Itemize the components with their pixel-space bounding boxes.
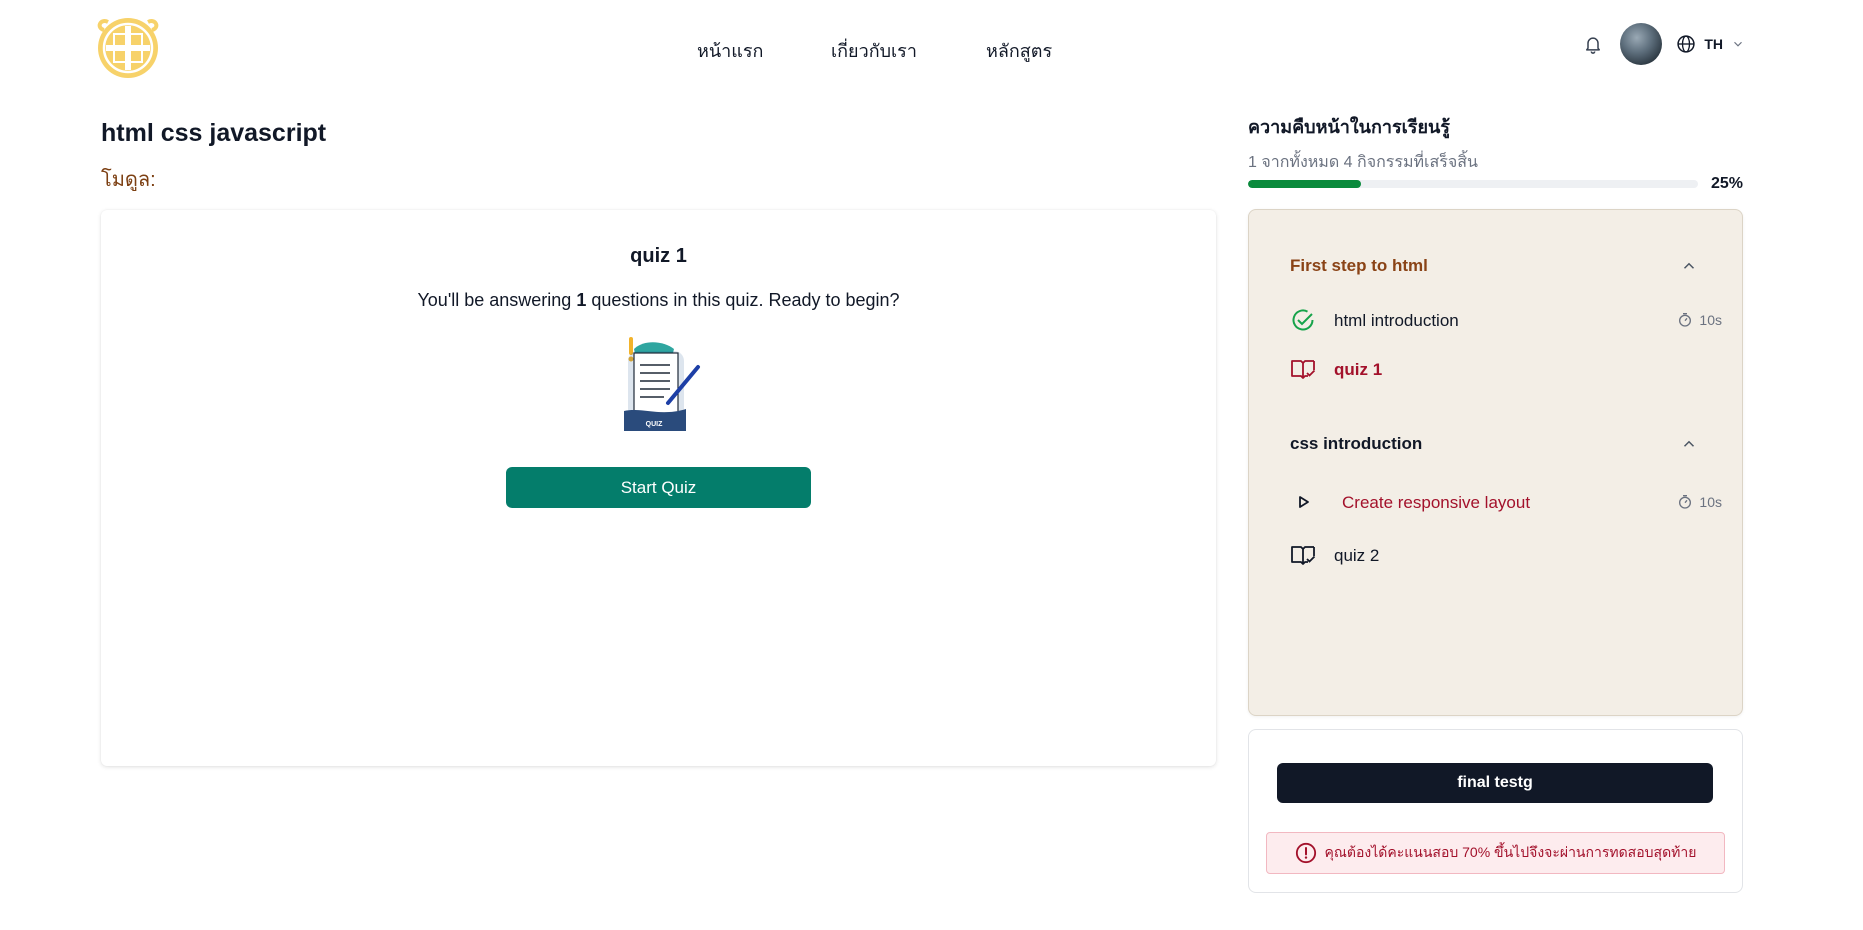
nav-courses[interactable]: หลักสูตร xyxy=(986,36,1052,65)
lesson-duration: 10s xyxy=(1677,494,1722,510)
final-test-button[interactable]: final testg xyxy=(1277,763,1713,803)
section-title-first-step[interactable]: First step to html xyxy=(1290,256,1428,276)
check-circle-icon xyxy=(1292,309,1314,331)
open-book-check-icon xyxy=(1291,546,1316,565)
timer-icon xyxy=(1679,313,1692,327)
bell-icon xyxy=(1586,37,1601,54)
progress-summary: 1 จากทั้งหมด 4 กิจกรรมที่เสร็จสิ้น xyxy=(1248,154,1478,171)
progress-bar xyxy=(1248,180,1698,188)
nav-about[interactable]: เกี่ยวกับเรา xyxy=(831,36,917,65)
lesson-item-create-responsive-layout[interactable]: Create responsive layout 10s xyxy=(1290,487,1722,517)
progress-percent: 25% xyxy=(1711,175,1744,192)
quiz-document-icon: QUIZ xyxy=(624,337,700,431)
course-outline-panel xyxy=(1248,209,1743,716)
play-icon xyxy=(1299,496,1309,508)
chevron-up-icon[interactable] xyxy=(1680,257,1698,275)
lesson-label: quiz 2 xyxy=(1334,546,1380,565)
notifications-button[interactable] xyxy=(1582,33,1604,55)
lesson-item-quiz-2[interactable]: quiz 2 xyxy=(1290,540,1710,570)
lesson-item-quiz-1[interactable]: quiz 1 xyxy=(1290,354,1710,384)
question-count: 1 xyxy=(576,290,587,310)
globe-icon xyxy=(1677,35,1695,53)
course-title: html css javascript xyxy=(101,119,327,147)
final-test-warning-text: คุณต้องได้คะแนนสอบ 70% ขึ้นไปจึงจะผ่านกา… xyxy=(1324,844,1697,860)
lesson-label: html introduction xyxy=(1334,311,1459,330)
lesson-duration-value: 10s xyxy=(1699,312,1722,328)
alert-circle-icon xyxy=(1295,842,1316,864)
progress-bar-fill xyxy=(1248,180,1361,188)
quiz-intro: You'll be answering 1 questions in this … xyxy=(101,290,1216,311)
quiz-title: quiz 1 xyxy=(630,245,687,267)
nav-home[interactable]: หน้าแรก xyxy=(697,36,763,65)
user-avatar[interactable] xyxy=(1620,23,1663,65)
lesson-duration: 10s xyxy=(1677,312,1722,328)
lesson-label: Create responsive layout xyxy=(1342,493,1531,512)
lesson-duration-value: 10s xyxy=(1699,494,1722,510)
language-code: TH xyxy=(1704,36,1723,52)
chevron-up-icon[interactable] xyxy=(1680,435,1698,453)
quiz-intro-suffix: questions in this quiz. Ready to begin? xyxy=(586,290,900,310)
section-title-css-introduction[interactable]: css introduction xyxy=(1290,434,1422,454)
open-book-check-icon xyxy=(1291,360,1316,379)
final-test-warning: คุณต้องได้คะแนนสอบ 70% ขึ้นไปจึงจะผ่านกา… xyxy=(1266,832,1725,874)
timer-icon xyxy=(1679,495,1692,509)
module-label: โมดูล: xyxy=(101,169,156,191)
quiz-illustration-caption: QUIZ xyxy=(646,421,663,428)
quiz-illustration: QUIZ xyxy=(624,337,704,431)
progress-heading: ความคืบหน้าในการเรียนรู้ xyxy=(1248,117,1450,137)
lesson-label: quiz 1 xyxy=(1334,360,1383,379)
header-actions: TH xyxy=(1582,22,1745,66)
chevron-down-icon xyxy=(1734,41,1742,47)
language-selector[interactable]: TH xyxy=(1676,34,1745,54)
quiz-intro-prefix: You'll be answering xyxy=(417,290,577,310)
start-quiz-button[interactable]: Start Quiz xyxy=(506,467,811,508)
lesson-item-html-introduction[interactable]: html introduction 10s xyxy=(1290,305,1722,335)
